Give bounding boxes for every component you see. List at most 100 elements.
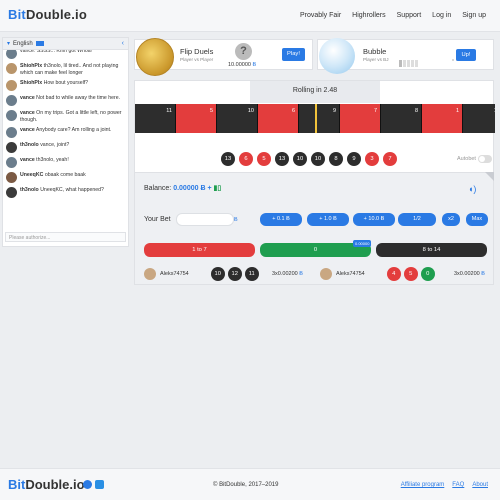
chat-message: UneeqKC obaak come baak bbox=[3, 170, 128, 185]
bitcoin-icon: Ƀ bbox=[252, 62, 257, 68]
roulette-cell: 8 bbox=[381, 104, 422, 133]
message-user[interactable]: th3nolo bbox=[20, 187, 39, 193]
player-name[interactable]: Aleks74754 bbox=[160, 271, 189, 277]
chat-messages[interactable]: vance: SSSS... Khm got Whoa! ShiohPlx th… bbox=[3, 50, 128, 230]
roulette-cell: 14 bbox=[463, 104, 495, 133]
chevron-down-icon[interactable]: ▾ bbox=[7, 40, 10, 47]
history-ball: 6 bbox=[239, 152, 253, 166]
logo-rest: Double.io bbox=[25, 7, 87, 22]
about-link[interactable]: About bbox=[472, 482, 488, 488]
avatar[interactable] bbox=[6, 127, 17, 138]
button-label: + 10.0 bbox=[363, 216, 380, 222]
message-user[interactable]: ShiohPlx bbox=[20, 63, 42, 69]
message-user[interactable]: ShiohPlx bbox=[20, 80, 42, 86]
bet-red-button[interactable]: 1 to 7 bbox=[144, 243, 255, 257]
message-user[interactable]: vance bbox=[20, 110, 35, 116]
chat-input[interactable]: Please authorize... bbox=[5, 232, 126, 242]
message-text: vance, joint? bbox=[40, 142, 70, 148]
avatar[interactable] bbox=[6, 187, 17, 198]
avatar[interactable] bbox=[6, 50, 17, 59]
card-title: Flip Duels bbox=[180, 47, 214, 56]
logo-bit: Bit bbox=[8, 477, 26, 492]
roulette-cell: 5 bbox=[176, 104, 217, 133]
add-0-1-button[interactable]: + 0.1 Ƀ bbox=[260, 213, 302, 226]
nav-highrollers[interactable]: Highrollers bbox=[352, 12, 385, 19]
bitcoin-icon: Ƀ bbox=[234, 217, 238, 223]
autobet-label: Autobet bbox=[457, 156, 476, 162]
message-user[interactable]: vance bbox=[20, 95, 35, 101]
half-button[interactable]: 1/2 bbox=[398, 213, 436, 226]
balance-value: 0.00000 bbox=[173, 185, 199, 192]
history-ball: 7 bbox=[383, 152, 397, 166]
bet-black-button[interactable]: 8 to 14 bbox=[376, 243, 487, 257]
balance-label: Balance: bbox=[144, 185, 172, 192]
roulette-cell: 10 bbox=[217, 104, 258, 133]
history-ball: 8 bbox=[329, 152, 343, 166]
nav-support[interactable]: Support bbox=[397, 12, 422, 19]
bet-ball: 4 bbox=[386, 266, 401, 281]
avatar[interactable] bbox=[144, 267, 156, 280]
footer: BitDouble.io © BitDouble, 2017–2019 Affi… bbox=[0, 468, 500, 500]
avatar[interactable] bbox=[6, 142, 17, 153]
footer-logo[interactable]: BitDouble.io bbox=[8, 477, 85, 492]
message-user[interactable]: vance bbox=[20, 157, 35, 163]
bet-ball: 11 bbox=[244, 266, 259, 281]
history-ball: 13 bbox=[221, 152, 235, 166]
footer-links: Affiliate program FAQ About bbox=[401, 482, 488, 488]
message-text: UneeqKC, what happened? bbox=[40, 187, 104, 193]
nav-signup[interactable]: Sign up bbox=[462, 12, 486, 19]
avatar[interactable] bbox=[320, 267, 332, 280]
max-button[interactable]: Max bbox=[466, 213, 488, 226]
telegram-icon[interactable] bbox=[83, 480, 92, 489]
faq-link[interactable]: FAQ bbox=[452, 482, 464, 488]
twitter-icon[interactable] bbox=[95, 480, 104, 489]
double-button[interactable]: x2 bbox=[442, 213, 460, 226]
bet-ball: 12 bbox=[227, 266, 242, 281]
roulette-cell: 9 bbox=[299, 104, 340, 133]
avatar[interactable] bbox=[6, 172, 17, 183]
multiplier-badge: 0.00000 bbox=[353, 240, 372, 247]
logo-bit: Bit bbox=[8, 7, 26, 22]
history-ball: 13 bbox=[275, 152, 289, 166]
bet-ball: 5 bbox=[403, 266, 418, 281]
roulette-cell: 6 bbox=[258, 104, 299, 133]
question-icon: ? bbox=[235, 43, 252, 60]
chat-language[interactable]: English bbox=[13, 41, 33, 47]
header: BitDouble.io Provably Fair Highrollers S… bbox=[0, 0, 500, 32]
message-user[interactable]: vance bbox=[20, 127, 35, 133]
logo[interactable]: BitDouble.io bbox=[8, 7, 87, 22]
history-ball: 9 bbox=[347, 152, 361, 166]
flip-amount-value: 10.00000 bbox=[228, 62, 251, 68]
chevron-left-icon[interactable]: ‹ bbox=[122, 40, 124, 47]
bubble-progress bbox=[399, 60, 418, 67]
player-bet-amount: 3x0.00200 Ƀ bbox=[272, 271, 303, 277]
autobet-toggle[interactable] bbox=[478, 155, 492, 163]
avatar[interactable] bbox=[6, 110, 17, 121]
avatar[interactable] bbox=[6, 95, 17, 106]
avatar[interactable] bbox=[6, 63, 17, 74]
nav-login[interactable]: Log in bbox=[432, 12, 451, 19]
affiliate-link[interactable]: Affiliate program bbox=[401, 482, 445, 488]
add-10-0-button[interactable]: + 10.0 Ƀ bbox=[353, 213, 395, 226]
add-1-0-button[interactable]: + 1.0 Ƀ bbox=[307, 213, 349, 226]
player-name[interactable]: Aleks74754 bbox=[336, 271, 365, 277]
message-user[interactable]: UneeqKC bbox=[20, 172, 43, 178]
roulette-cell: 1 bbox=[422, 104, 463, 133]
player-bet-row: Aleks74754 10 12 11 3x0.00200 Ƀ bbox=[144, 265, 314, 282]
flag-icon bbox=[35, 41, 44, 46]
message-text: obaak come baak bbox=[44, 172, 86, 178]
avatar[interactable] bbox=[6, 80, 17, 91]
flip-amount: 10.00000 Ƀ bbox=[228, 62, 256, 68]
deposit-icon[interactable]: + bbox=[207, 185, 211, 192]
flip-duels-card: Flip Duels Player vs Player ? 10.00000 Ƀ… bbox=[134, 38, 313, 76]
message-user[interactable]: th3nolo bbox=[20, 142, 39, 148]
bet-amount-input[interactable] bbox=[176, 213, 234, 226]
play-button[interactable]: Play! bbox=[282, 48, 305, 61]
nav-provably-fair[interactable]: Provably Fair bbox=[300, 12, 341, 19]
bet-ball: 0 bbox=[420, 266, 435, 281]
bitcoin-icon: Ƀ bbox=[200, 185, 206, 192]
up-button[interactable]: Up! bbox=[456, 49, 476, 61]
speaker-icon[interactable]: ◖) bbox=[468, 184, 480, 194]
avatar[interactable] bbox=[6, 157, 17, 168]
gift-icon[interactable]: ▮▯ bbox=[214, 185, 222, 192]
